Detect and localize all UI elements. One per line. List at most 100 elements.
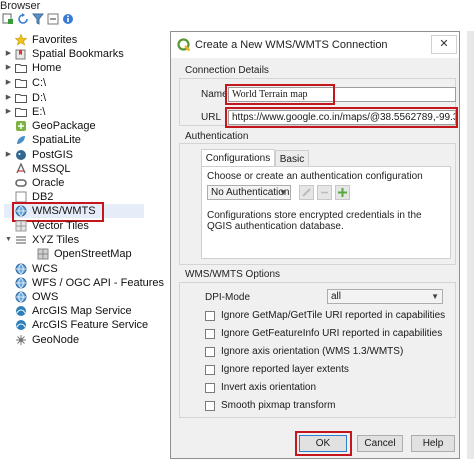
browser-item-label: Vector Tiles (32, 220, 89, 232)
add-layer-icon[interactable] (2, 13, 14, 25)
dpi-mode-label: DPI-Mode (205, 292, 251, 303)
options-title: WMS/WMTS Options (185, 269, 281, 280)
browser-item-label: GeoNode (32, 334, 80, 346)
browser-item-c-drive[interactable]: ▶ C:\ (4, 76, 46, 90)
expand-arrow-icon[interactable]: ▶ (4, 148, 13, 162)
checkbox[interactable] (205, 364, 215, 375)
checkbox[interactable] (205, 382, 215, 393)
plus-icon (338, 188, 347, 197)
geonode-icon (16, 335, 26, 345)
checkbox-ignore-axis[interactable]: Ignore axis orientation (WMS 1.3/WMTS) (205, 345, 403, 358)
browser-item-postgis[interactable]: ▶ PostGIS (4, 148, 73, 162)
filter-icon[interactable] (32, 13, 44, 25)
browser-item-label: WCS (32, 263, 58, 275)
browser-item-vector-tiles[interactable]: Vector Tiles (4, 219, 89, 233)
folder-icon (15, 108, 27, 117)
tab-configurations[interactable]: Configurations (201, 149, 275, 166)
expand-arrow-icon[interactable]: ▶ (4, 105, 13, 119)
browser-item-arcgis-feature-service[interactable]: ArcGIS Feature Service (4, 318, 148, 332)
checkbox-ignore-getfeatureinfo[interactable]: Ignore GetFeatureInfo URI reported in ca… (205, 327, 442, 340)
browser-item-wcs[interactable]: WCS (4, 262, 58, 276)
browser-item-label: OpenStreetMap (54, 248, 132, 260)
browser-item-geopackage[interactable]: GeoPackage (4, 119, 96, 133)
refresh-icon[interactable] (17, 13, 29, 25)
browser-item-spatialite[interactable]: SpatiaLite (4, 133, 81, 147)
highlight-box-url (225, 107, 458, 128)
browser-item-label: PostGIS (32, 149, 73, 161)
dialog-title: Create a New WMS/WMTS Connection (195, 39, 388, 51)
expand-arrow-icon[interactable]: ▶ (4, 76, 13, 90)
checkbox-label: Ignore axis orientation (WMS 1.3/WMTS) (221, 346, 404, 357)
browser-item-arcgis-map-service[interactable]: ArcGIS Map Service (4, 304, 132, 318)
browser-item-mssql[interactable]: MSSQL (4, 162, 71, 176)
arcgis-icon (16, 320, 26, 330)
collapse-icon[interactable] (47, 13, 59, 25)
browser-item-d-drive[interactable]: ▶ D:\ (4, 91, 46, 105)
browser-item-favorites[interactable]: Favorites (4, 33, 77, 47)
checkbox[interactable] (205, 346, 215, 357)
qgis-logo-icon (177, 38, 191, 52)
browser-item-home[interactable]: ▶ Home (4, 61, 62, 75)
close-button[interactable]: ✕ (431, 35, 457, 54)
checkbox-smooth-pixmap[interactable]: Smooth pixmap transform (205, 399, 336, 412)
checkbox[interactable] (205, 400, 215, 411)
browser-item-label: C:\ (32, 77, 47, 89)
checkbox[interactable] (205, 310, 215, 321)
globe-icon (15, 263, 27, 275)
browser-item-wfs[interactable]: WFS / OGC API - Features (4, 276, 164, 290)
checkbox-label: Ignore reported layer extents (221, 364, 349, 375)
browser-item-label: E:\ (32, 106, 46, 118)
browser-item-xyz-tiles[interactable]: ▼ XYZ Tiles (4, 233, 79, 247)
minus-icon (321, 191, 328, 194)
auth-config-value: No Authentication (211, 187, 290, 198)
checkbox-invert-axis[interactable]: Invert axis orientation (205, 381, 316, 394)
checkbox[interactable] (205, 328, 215, 339)
authentication-title: Authentication (185, 131, 249, 142)
checkbox-ignore-getmap[interactable]: Ignore GetMap/GetTile URI reported in ca… (205, 309, 445, 322)
expand-arrow-icon[interactable]: ▶ (4, 47, 13, 61)
expand-arrow-icon[interactable]: ▶ (4, 91, 13, 105)
globe-icon (15, 277, 27, 289)
browser-item-e-drive[interactable]: ▶ E:\ (4, 105, 46, 119)
folder-icon (15, 64, 27, 73)
globe-icon (15, 291, 27, 303)
expand-arrow-icon[interactable]: ▶ (4, 61, 13, 75)
folder-icon (15, 94, 27, 103)
remove-config-button[interactable] (317, 185, 332, 200)
scrollbar[interactable] (467, 31, 474, 459)
info-icon[interactable] (62, 13, 74, 25)
dpi-mode-value: all (331, 291, 342, 302)
url-label: URL (201, 112, 222, 123)
arcgis-icon (16, 306, 26, 316)
tile-icon (37, 248, 49, 260)
browser-item-oracle[interactable]: Oracle (4, 176, 64, 190)
add-config-button[interactable] (335, 185, 350, 200)
chevron-down-icon: ▼ (279, 188, 287, 197)
auth-config-select[interactable]: No Authentication ▼ (207, 185, 291, 200)
browser-toolbar (2, 13, 74, 27)
browser-item-label: MSSQL (32, 163, 71, 175)
new-wms-connection-dialog: Create a New WMS/WMTS Connection ✕ Conne… (170, 31, 460, 459)
edit-config-button[interactable] (299, 185, 314, 200)
help-button[interactable]: Help (411, 435, 455, 452)
browser-item-label: ArcGIS Feature Service (32, 319, 149, 331)
checkbox-ignore-extents[interactable]: Ignore reported layer extents (205, 363, 349, 376)
chevron-down-icon: ▼ (431, 292, 439, 301)
dpi-mode-select[interactable]: all ▼ (327, 289, 443, 304)
browser-item-label: Home (32, 62, 62, 74)
auth-prompt: Choose or create an authentication confi… (207, 171, 423, 182)
browser-item-openstreetmap[interactable]: OpenStreetMap (26, 247, 132, 261)
tab-basic[interactable]: Basic (275, 150, 309, 167)
browser-item-spatial-bookmarks[interactable]: ▶ Spatial Bookmarks (4, 47, 124, 61)
browser-item-ows[interactable]: OWS (4, 290, 58, 304)
spatialite-icon (17, 136, 25, 144)
checkbox-label: Ignore GetMap/GetTile URI reported in ca… (221, 310, 446, 321)
postgis-icon (16, 150, 26, 160)
browser-item-label: XYZ Tiles (32, 234, 80, 246)
browser-item-label: ArcGIS Map Service (32, 305, 132, 317)
browser-item-label: WFS / OGC API - Features (32, 277, 165, 289)
dialog-titlebar[interactable]: Create a New WMS/WMTS Connection ✕ (171, 32, 459, 58)
collapse-arrow-icon[interactable]: ▼ (4, 233, 13, 247)
cancel-button[interactable]: Cancel (357, 435, 403, 452)
browser-item-geonode[interactable]: GeoNode (4, 333, 79, 347)
